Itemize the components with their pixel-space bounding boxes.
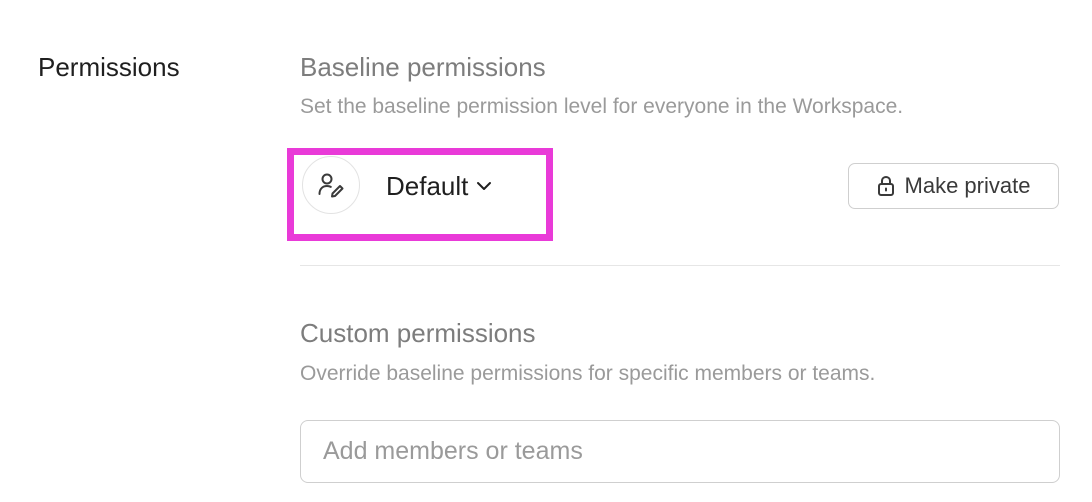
baseline-permissions-description: Set the baseline permission level for ev… <box>300 95 904 118</box>
lock-icon <box>877 175 895 197</box>
custom-permissions-description: Override baseline permissions for specif… <box>300 362 876 385</box>
custom-permissions-title: Custom permissions <box>300 318 536 348</box>
role-dropdown[interactable]: Default <box>386 168 492 204</box>
baseline-permissions-title: Baseline permissions <box>300 52 546 82</box>
make-private-button[interactable]: Make private <box>848 163 1059 209</box>
role-dropdown-value: Default <box>386 171 469 201</box>
chevron-down-icon <box>476 181 492 191</box>
make-private-label: Make private <box>904 173 1031 198</box>
section-divider <box>300 265 1060 266</box>
add-members-input[interactable] <box>300 420 1060 483</box>
person-edit-icon <box>302 156 360 214</box>
section-label: Permissions <box>38 52 180 82</box>
